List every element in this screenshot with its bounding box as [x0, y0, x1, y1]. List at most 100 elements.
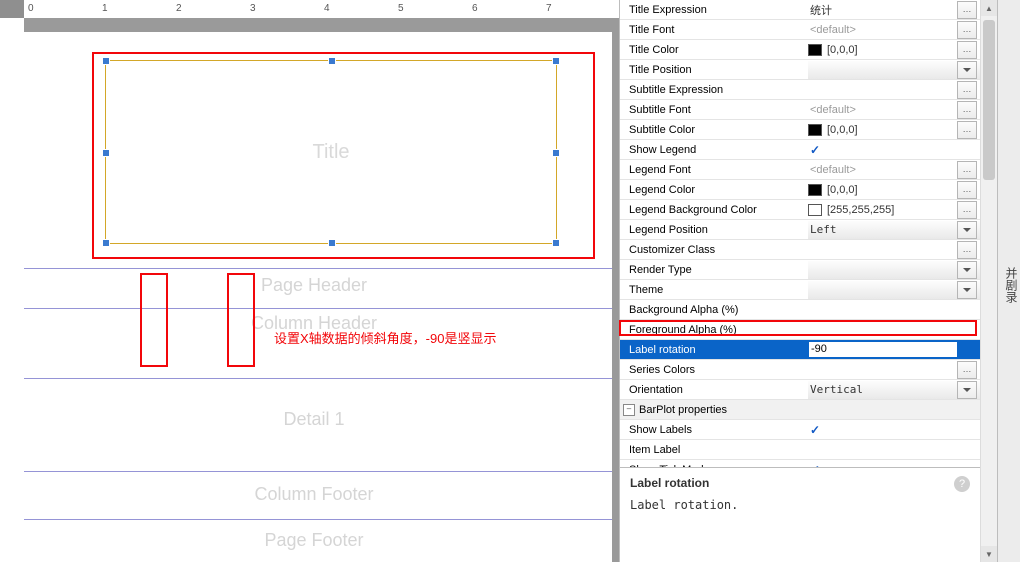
prop-value[interactable]: <default>: [808, 104, 954, 116]
ruler-tick-label: 2: [176, 3, 182, 14]
band-label: Column Footer: [24, 484, 612, 505]
property-panel: Title Expression 统计… Title Font <default…: [619, 0, 980, 562]
prop-label: Title Font: [620, 24, 808, 36]
resize-handle-w[interactable]: [102, 149, 110, 157]
prop-legend-background-color[interactable]: Legend Background Color [255,255,255]…: [620, 200, 980, 220]
prop-value[interactable]: Vertical: [808, 383, 954, 396]
prop-label: Title Expression: [620, 4, 808, 16]
dropdown-icon[interactable]: [957, 261, 977, 279]
property-grid[interactable]: Title Expression 统计… Title Font <default…: [620, 0, 980, 468]
prop-category-barplot[interactable]: – BarPlot properties: [620, 400, 980, 420]
side-tab[interactable]: 并剧录: [997, 0, 1020, 562]
prop-value[interactable]: [0,0,0]: [825, 44, 954, 56]
prop-label: Background Alpha (%): [620, 304, 808, 316]
prop-label: Subtitle Color: [620, 124, 808, 136]
more-button[interactable]: …: [957, 361, 977, 379]
checkbox-icon[interactable]: [808, 423, 822, 437]
resize-handle-se[interactable]: [552, 239, 560, 247]
description-title: Label rotation: [630, 476, 970, 490]
color-swatch: [808, 124, 822, 136]
prop-title-color[interactable]: Title Color [0,0,0]…: [620, 40, 980, 60]
more-button[interactable]: …: [957, 181, 977, 199]
more-button[interactable]: …: [957, 21, 977, 39]
prop-subtitle-expression[interactable]: Subtitle Expression …: [620, 80, 980, 100]
resize-handle-ne[interactable]: [552, 57, 560, 65]
prop-theme[interactable]: Theme: [620, 280, 980, 300]
prop-label: Legend Position: [620, 224, 808, 236]
prop-value[interactable]: Left: [808, 223, 954, 236]
checkbox-icon[interactable]: [808, 143, 822, 157]
prop-title-position[interactable]: Title Position: [620, 60, 980, 80]
prop-label: Title Position: [620, 64, 808, 76]
prop-render-type[interactable]: Render Type: [620, 260, 980, 280]
prop-foreground-alpha[interactable]: Foreground Alpha (%): [620, 320, 980, 340]
prop-value[interactable]: [255,255,255]: [825, 204, 954, 216]
ruler-tick-label: 0: [28, 3, 34, 14]
prop-value[interactable]: <default>: [808, 24, 954, 36]
prop-label: Render Type: [620, 264, 808, 276]
band-title[interactable]: Title: [24, 32, 612, 269]
prop-series-colors[interactable]: Series Colors …: [620, 360, 980, 380]
band-detail[interactable]: Detail 1: [24, 379, 612, 472]
prop-value-input[interactable]: -90: [808, 341, 958, 358]
more-button[interactable]: …: [957, 81, 977, 99]
prop-title-expression[interactable]: Title Expression 统计…: [620, 0, 980, 20]
help-icon[interactable]: ?: [954, 476, 970, 492]
resize-handle-s[interactable]: [328, 239, 336, 247]
prop-background-alpha[interactable]: Background Alpha (%): [620, 300, 980, 320]
more-button[interactable]: …: [957, 201, 977, 219]
dropdown-icon[interactable]: [957, 61, 977, 79]
prop-label: Title Color: [620, 44, 808, 56]
scroll-up-icon[interactable]: ▲: [981, 0, 997, 16]
prop-legend-font[interactable]: Legend Font <default>…: [620, 160, 980, 180]
chart-element[interactable]: Title: [105, 60, 557, 244]
design-surface: 0 1 2 3 4 5 6 7 Title: [0, 0, 619, 562]
collapse-icon[interactable]: –: [623, 404, 635, 416]
color-swatch: [808, 44, 822, 56]
prop-label: Legend Font: [620, 164, 808, 176]
more-button[interactable]: …: [957, 101, 977, 119]
prop-show-legend[interactable]: Show Legend: [620, 140, 980, 160]
band-page-footer[interactable]: Page Footer: [24, 520, 612, 562]
resize-handle-e[interactable]: [552, 149, 560, 157]
scroll-down-icon[interactable]: ▼: [981, 546, 997, 562]
prop-orientation[interactable]: Orientation Vertical: [620, 380, 980, 400]
prop-legend-color[interactable]: Legend Color [0,0,0]…: [620, 180, 980, 200]
prop-label: Customizer Class: [620, 244, 808, 256]
prop-value[interactable]: 统计: [808, 2, 954, 18]
property-scrollbar[interactable]: ▲ ▼: [980, 0, 997, 562]
band-page-header[interactable]: Page Header: [24, 269, 612, 309]
dropdown-icon[interactable]: [957, 281, 977, 299]
prop-label: Legend Background Color: [620, 204, 808, 216]
resize-handle-sw[interactable]: [102, 239, 110, 247]
color-swatch: [808, 184, 822, 196]
dropdown-icon[interactable]: [957, 221, 977, 239]
prop-value[interactable]: [0,0,0]: [825, 124, 954, 136]
prop-legend-position[interactable]: Legend Position Left: [620, 220, 980, 240]
prop-subtitle-font[interactable]: Subtitle Font <default>…: [620, 100, 980, 120]
resize-handle-nw[interactable]: [102, 57, 110, 65]
prop-label: Show Legend: [620, 144, 808, 156]
prop-customizer-class[interactable]: Customizer Class …: [620, 240, 980, 260]
resize-handle-n[interactable]: [328, 57, 336, 65]
dropdown-icon[interactable]: [957, 381, 977, 399]
prop-value[interactable]: <default>: [808, 164, 954, 176]
more-button[interactable]: …: [957, 241, 977, 259]
more-button[interactable]: …: [957, 1, 977, 19]
prop-item-label[interactable]: Item Label: [620, 440, 980, 460]
more-button[interactable]: …: [957, 121, 977, 139]
prop-label-rotation[interactable]: Label rotation -90: [620, 340, 980, 360]
more-button[interactable]: …: [957, 41, 977, 59]
prop-value[interactable]: [0,0,0]: [825, 184, 954, 196]
ruler-horizontal: 0 1 2 3 4 5 6 7: [24, 0, 619, 19]
more-button[interactable]: …: [957, 161, 977, 179]
prop-title-font[interactable]: Title Font <default>…: [620, 20, 980, 40]
color-swatch: [808, 204, 822, 216]
canvas-viewport[interactable]: Title: [24, 18, 619, 562]
prop-label: Theme: [620, 284, 808, 296]
prop-subtitle-color[interactable]: Subtitle Color [0,0,0]…: [620, 120, 980, 140]
scroll-thumb[interactable]: [983, 20, 995, 180]
prop-show-tick-marks[interactable]: Show Tick Marks: [620, 460, 980, 468]
band-column-footer[interactable]: Column Footer: [24, 472, 612, 520]
prop-show-labels[interactable]: Show Labels: [620, 420, 980, 440]
